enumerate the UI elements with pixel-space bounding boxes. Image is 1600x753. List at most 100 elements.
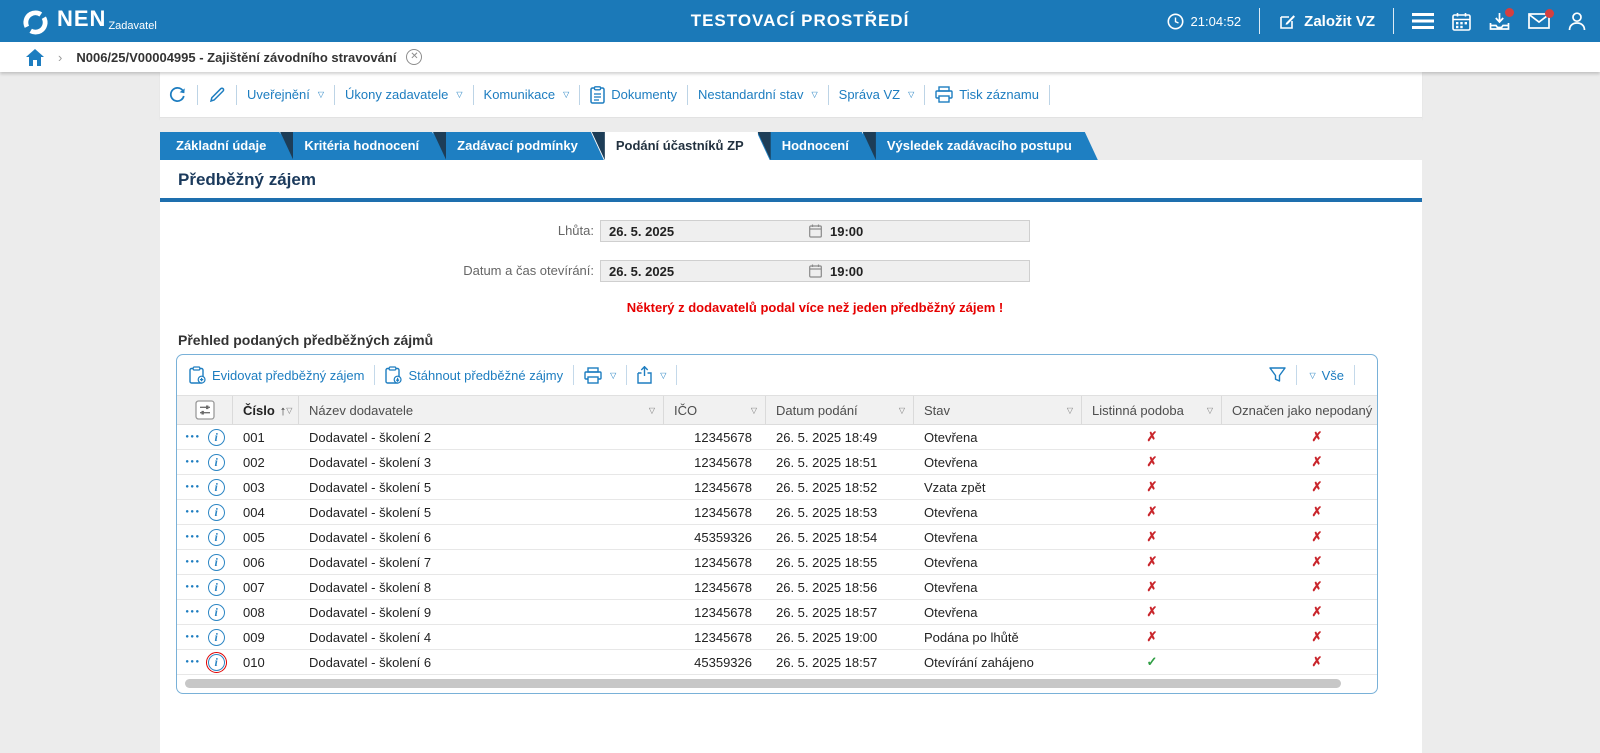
calendar-icon[interactable] [809,264,822,278]
table-row[interactable]: ●●●i003Dodavatel - školení 51234567826. … [177,475,1378,500]
menu-komunikace[interactable]: Komunikace▽ [484,87,570,102]
edit-record-button[interactable] [208,86,226,104]
column-header-nazev-dodavatele[interactable]: Název dodavatele▽ [299,396,664,424]
downloads-button[interactable] [1489,12,1510,31]
menu-dokumenty[interactable]: Dokumenty [590,86,677,104]
table-cell: 001 [233,425,299,449]
deadline-date-value[interactable]: 26. 5. 2025 [609,224,809,239]
menu-sprava-vz[interactable]: Správa VZ▽ [839,87,915,102]
column-header-oznacen-jako-nepodany[interactable]: Označen jako nepodaný [1222,396,1378,424]
table-row[interactable]: ●●●i005Dodavatel - školení 64535932626. … [177,525,1378,550]
table-row[interactable]: ●●●i001Dodavatel - školení 21234567826. … [177,425,1378,450]
tab-podani-ucastniku-zp[interactable]: Podání účastníků ZP [592,132,770,160]
column-header-ico[interactable]: IČO▽ [664,396,766,424]
table-cell: Otevřena [914,500,1082,524]
row-info-icon[interactable]: i [208,479,225,496]
opening-time-value[interactable]: 19:00 [830,264,863,279]
column-settings-button[interactable] [177,396,233,424]
filter-caret-icon[interactable]: ▽ [1067,406,1073,415]
user-profile-button[interactable] [1568,12,1586,31]
funnel-icon [1269,367,1286,383]
row-info-icon[interactable]: i [208,629,225,646]
breadcrumb-item[interactable]: N006/25/V00004995 - Zajištění závodního … [76,50,396,65]
row-info-icon[interactable]: i [208,504,225,521]
cross-icon: ✗ [1222,450,1378,474]
register-interest-button[interactable]: Evidovat předběžný zájem [189,366,364,384]
table-cell: 26. 5. 2025 18:57 [766,650,914,674]
filter-caret-icon[interactable]: ▽ [1207,406,1213,415]
row-menu-icon[interactable]: ●●● [185,484,200,490]
table-row[interactable]: ●●●i002Dodavatel - školení 31234567826. … [177,450,1378,475]
main-menu-button[interactable] [1412,13,1434,29]
nen-logo[interactable]: NEN Zadavatel [22,6,157,36]
filter-caret-icon[interactable]: ▽ [649,406,655,415]
row-info-icon[interactable]: i [208,654,225,671]
column-header-cislo[interactable]: Číslo ↑ ▽ [233,396,299,424]
close-record-icon[interactable]: ✕ [406,49,422,65]
row-menu-icon[interactable]: ●●● [185,584,200,590]
table-row[interactable]: ●●●i009Dodavatel - školení 41234567826. … [177,625,1378,650]
column-header-listinna-podoba[interactable]: Listinná podoba▽ [1082,396,1222,424]
row-info-icon[interactable]: i [208,429,225,446]
table-row[interactable]: ●●●i010Dodavatel - školení 64535932626. … [177,650,1378,675]
filter-caret-icon[interactable]: ▽ [286,406,292,415]
column-header-stav[interactable]: Stav▽ [914,396,1082,424]
opening-field[interactable]: 26. 5. 2025 19:00 [600,260,1030,282]
cross-icon: ✗ [1222,575,1378,599]
table-toolbar: Evidovat předběžný zájem Stáhnout předbě… [177,355,1377,395]
filter-caret-icon[interactable]: ▽ [751,406,757,415]
deadline-time-value[interactable]: 19:00 [830,224,863,239]
row-menu-icon[interactable]: ●●● [185,509,200,515]
download-interests-button[interactable]: Stáhnout předběžné zájmy [385,366,563,384]
print-record-button[interactable]: Tisk záznamu [935,86,1039,103]
row-info-icon[interactable]: i [208,579,225,596]
row-menu-icon[interactable]: ●●● [185,534,200,540]
home-button[interactable] [26,49,44,66]
filter-button[interactable] [1269,367,1286,383]
tab-kriteria-hodnoceni[interactable]: Kritéria hodnocení [280,132,445,160]
table-cell: 26. 5. 2025 18:49 [766,425,914,449]
row-menu-icon[interactable]: ●●● [185,434,200,440]
row-menu-icon[interactable]: ●●● [185,459,200,465]
row-menu-icon[interactable]: ●●● [185,634,200,640]
create-vz-button[interactable]: Založit VZ [1278,12,1375,31]
chevron-down-icon: ▽ [563,90,569,99]
filter-caret-icon[interactable]: ▽ [899,406,905,415]
tab-hodnoceni[interactable]: Hodnocení [758,132,875,160]
row-info-icon[interactable]: i [208,604,225,621]
horizontal-scrollbar[interactable] [185,679,1341,688]
history-button[interactable] [168,85,187,104]
cross-icon: ✗ [1222,475,1378,499]
row-info-icon[interactable]: i [208,554,225,571]
menu-ukony-zadavatele[interactable]: Úkony zadavatele▽ [345,87,463,102]
table-export-button[interactable]: ▽ [637,366,666,384]
table-row[interactable]: ●●●i007Dodavatel - školení 81234567826. … [177,575,1378,600]
row-info-icon[interactable]: i [208,529,225,546]
row-menu-icon[interactable]: ●●● [185,659,200,665]
row-menu-icon[interactable]: ●●● [185,609,200,615]
menu-uverejneni[interactable]: Uveřejnění▽ [247,87,324,102]
opening-date-value[interactable]: 26. 5. 2025 [609,264,809,279]
person-icon [1568,12,1586,31]
column-header-datum-podani[interactable]: Datum podání▽ [766,396,914,424]
edit-square-icon [1278,12,1297,31]
menu-nestandardni-stav[interactable]: Nestandardní stav▽ [698,87,818,102]
row-menu-icon[interactable]: ●●● [185,559,200,565]
table-cell: Dodavatel - školení 2 [299,425,664,449]
table-row[interactable]: ●●●i008Dodavatel - školení 91234567826. … [177,600,1378,625]
filter-all-dropdown[interactable]: ▽ Vše [1307,368,1344,383]
deadline-field[interactable]: 26. 5. 2025 19:00 [600,220,1030,242]
table-cell: 010 [233,650,299,674]
divider [828,85,829,105]
calendar-icon[interactable] [809,224,822,238]
tab-zadavaci-podminky[interactable]: Zadávací podmínky [433,132,604,160]
table-row[interactable]: ●●●i004Dodavatel - školení 51234567826. … [177,500,1378,525]
table-row[interactable]: ●●●i006Dodavatel - školení 71234567826. … [177,550,1378,575]
calendar-button[interactable] [1452,12,1471,31]
row-info-icon[interactable]: i [208,454,225,471]
messages-button[interactable] [1528,13,1550,29]
chevron-down-icon: ▽ [812,90,818,99]
tab-zakladni-udaje[interactable]: Základní údaje [160,132,292,160]
tab-vysledek-zadavaciho-postupu[interactable]: Výsledek zadávacího postupu [863,132,1098,160]
table-print-button[interactable]: ▽ [584,367,616,384]
